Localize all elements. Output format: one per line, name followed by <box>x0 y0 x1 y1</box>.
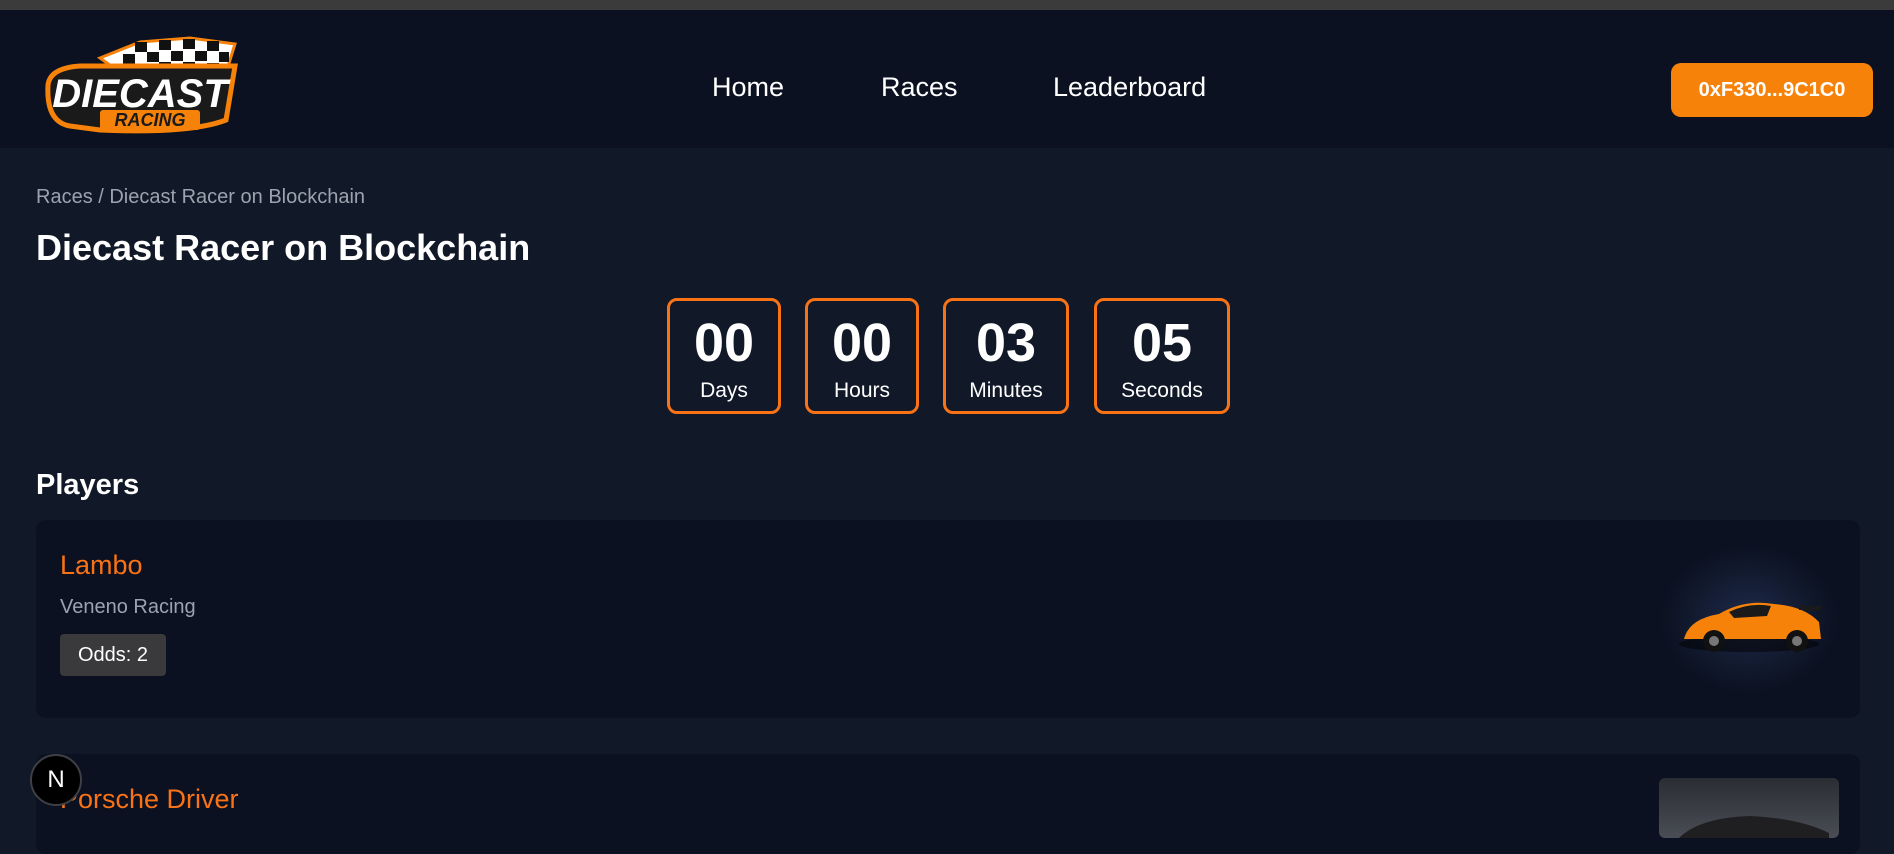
page-title: Diecast Racer on Blockchain <box>36 227 531 268</box>
wallet-connect-button[interactable]: 0xF330...9C1C0 <box>1671 63 1873 117</box>
nav-home[interactable]: Home <box>712 72 784 103</box>
countdown-minutes: 03 Minutes <box>943 298 1069 414</box>
countdown-label: Hours <box>833 379 891 402</box>
main-nav: Home Races Leaderboard <box>0 72 1894 106</box>
countdown-label: Minutes <box>969 379 1043 402</box>
countdown-value: 03 <box>975 313 1037 373</box>
player-card[interactable]: Porsche Driver <box>36 754 1860 854</box>
browser-top-strip <box>0 0 1894 10</box>
svg-text:RACING: RACING <box>115 110 186 130</box>
player-name[interactable]: Porsche Driver <box>60 784 239 815</box>
nav-races[interactable]: Races <box>881 72 958 103</box>
countdown-label: Days <box>700 379 748 402</box>
countdown-days: 00 Days <box>667 298 781 414</box>
car-image <box>1659 778 1839 838</box>
player-name[interactable]: Lambo <box>60 550 143 581</box>
breadcrumb: Races / Diecast Racer on Blockchain <box>36 186 366 208</box>
nav-leaderboard[interactable]: Leaderboard <box>1053 72 1206 103</box>
player-team: Veneno Racing <box>60 596 196 618</box>
players-heading: Players <box>36 469 140 501</box>
framework-badge-icon[interactable]: N <box>30 754 82 806</box>
player-card[interactable]: Lambo Veneno Racing Odds: 2 <box>36 520 1860 718</box>
countdown-value: 00 <box>831 313 893 373</box>
countdown-value: 05 <box>1131 313 1193 373</box>
countdown-timer: 00 Days 00 Hours 03 Minutes 05 Seconds <box>0 298 1894 418</box>
countdown-value: 00 <box>693 313 755 373</box>
countdown-seconds: 05 Seconds <box>1094 298 1230 414</box>
odds-badge: Odds: 2 <box>60 634 167 676</box>
navbar: DIECAST RACING Home Races Leaderboard 0x… <box>0 10 1894 148</box>
car-image <box>1659 544 1839 694</box>
countdown-hours: 00 Hours <box>805 298 919 414</box>
countdown-label: Seconds <box>1121 379 1203 402</box>
